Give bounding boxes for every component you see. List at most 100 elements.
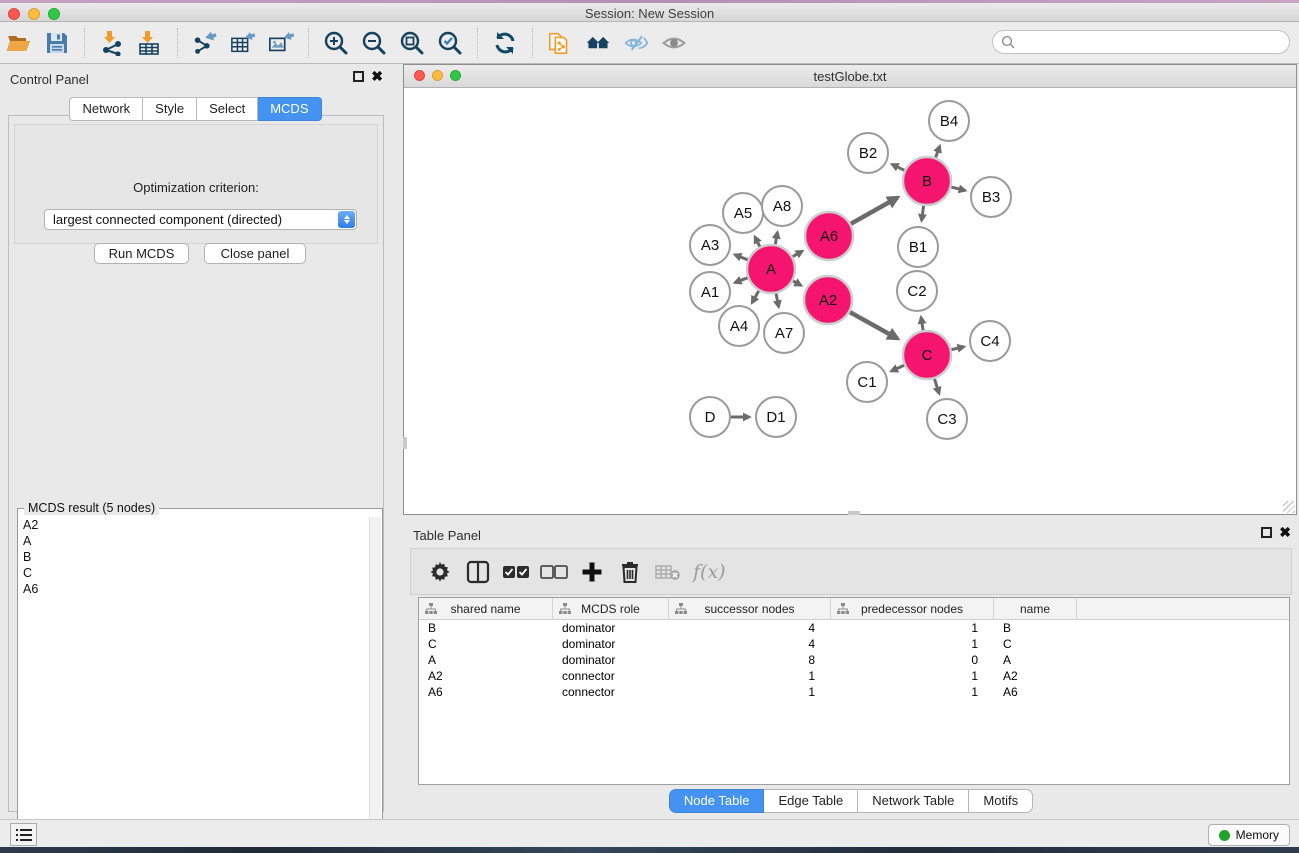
graph-node-A8[interactable]: A8 <box>762 186 802 226</box>
import-table-icon[interactable] <box>137 30 163 56</box>
graph-node-A1[interactable]: A1 <box>690 272 730 312</box>
memory-button[interactable]: Memory <box>1208 824 1290 846</box>
graph-edge-C-C4[interactable] <box>951 347 964 350</box>
graph-node-A4[interactable]: A4 <box>719 306 759 346</box>
save-session-icon[interactable] <box>44 30 70 56</box>
float-panel-icon[interactable] <box>1261 527 1272 538</box>
result-item[interactable]: A2 <box>19 517 369 533</box>
graph-edge-C-C3[interactable] <box>935 379 940 394</box>
graph-node-A7[interactable]: A7 <box>764 313 804 353</box>
run-mcds-button[interactable]: Run MCDS <box>94 243 189 264</box>
graph-node-B1[interactable]: B1 <box>898 227 938 267</box>
tab-node-table[interactable]: Node Table <box>669 789 765 813</box>
table-row[interactable]: Cdominator41C <box>419 636 1289 652</box>
graph-node-C4[interactable]: C4 <box>970 321 1010 361</box>
graph-edge-B-B1[interactable] <box>922 206 924 221</box>
graph-edge-B-B3[interactable] <box>951 187 965 190</box>
column-header-predecessor-nodes[interactable]: predecessor nodes <box>831 598 994 620</box>
canvas-scroll-nub[interactable] <box>403 437 407 449</box>
result-item[interactable]: A6 <box>19 581 369 597</box>
graph-node-B3[interactable]: B3 <box>971 177 1011 217</box>
graph-node-D[interactable]: D <box>690 397 730 437</box>
zoom-out-icon[interactable] <box>361 30 387 56</box>
graph-node-D1[interactable]: D1 <box>756 397 796 437</box>
deselect-all-checkboxes-icon[interactable] <box>539 557 569 587</box>
tab-network-table[interactable]: Network Table <box>858 789 969 813</box>
canvas-scroll-nub[interactable] <box>848 511 860 515</box>
network-canvas[interactable]: B4 B2 B B3 A5A8A6 B1 A3 A C2 A1 A2 A4A7 C4 C C1 C3 D D1 <box>404 88 1296 514</box>
table-row[interactable]: Adominator80A <box>419 652 1289 668</box>
open-network-file-icon[interactable] <box>547 30 573 56</box>
zoom-selected-icon[interactable] <box>437 30 463 56</box>
column-header-successor-nodes[interactable]: successor nodes <box>669 598 831 620</box>
show-all-icon[interactable] <box>661 30 687 56</box>
table-row[interactable]: A6connector11A6 <box>419 684 1289 700</box>
graph-edge-A2-C[interactable] <box>850 312 898 338</box>
tab-style[interactable]: Style <box>143 97 197 121</box>
column-header-shared-name[interactable]: shared name <box>419 598 553 620</box>
tab-motifs[interactable]: Motifs <box>969 789 1033 813</box>
open-session-icon[interactable] <box>6 30 32 56</box>
graph-node-C[interactable]: C <box>903 331 951 379</box>
export-network-icon[interactable] <box>192 30 218 56</box>
import-network-icon[interactable] <box>99 30 125 56</box>
hide-selected-icon[interactable] <box>623 30 649 56</box>
zoom-fit-icon[interactable] <box>399 30 425 56</box>
export-table-icon[interactable] <box>230 30 256 56</box>
search-field[interactable] <box>992 30 1290 54</box>
result-scrollbar[interactable] <box>369 517 381 846</box>
task-history-button[interactable] <box>10 823 37 846</box>
zoom-in-icon[interactable] <box>323 30 349 56</box>
tab-mcds[interactable]: MCDS <box>258 97 321 121</box>
graph-edge-A-A7[interactable] <box>776 294 779 307</box>
close-panel-icon[interactable]: ✖ <box>1279 527 1291 538</box>
close-panel-button[interactable]: Close panel <box>204 243 306 264</box>
graph-edge-A-A3[interactable] <box>735 255 748 260</box>
close-panel-icon[interactable]: ✖ <box>371 71 383 82</box>
table-row[interactable]: Bdominator41B <box>419 620 1289 636</box>
graph-edge-B-B2[interactable] <box>892 164 904 170</box>
export-image-icon[interactable] <box>268 30 294 56</box>
add-column-icon[interactable] <box>577 557 607 587</box>
graph-node-B4[interactable]: B4 <box>929 101 969 141</box>
graph-node-C3[interactable]: C3 <box>927 399 967 439</box>
graph-node-A5[interactable]: A5 <box>723 193 763 233</box>
graph-edge-C-C2[interactable] <box>921 317 923 330</box>
criterion-select[interactable]: largest connected component (directed) <box>44 209 357 230</box>
network-window-titlebar[interactable]: testGlobe.txt <box>404 65 1296 88</box>
graph-node-A[interactable]: A <box>747 245 795 293</box>
tab-select[interactable]: Select <box>197 97 258 121</box>
tab-network[interactable]: Network <box>69 97 143 121</box>
delete-table-icon[interactable] <box>653 557 683 587</box>
graph-node-C2[interactable]: C2 <box>897 271 937 311</box>
graph-node-A2[interactable]: A2 <box>804 276 852 324</box>
function-builder-icon[interactable]: f(x) <box>693 561 726 583</box>
home-icon[interactable] <box>585 30 611 56</box>
column-header-name[interactable]: name <box>994 598 1077 620</box>
select-all-checkboxes-icon[interactable] <box>501 557 531 587</box>
split-panel-icon[interactable] <box>463 557 493 587</box>
graph-node-A3[interactable]: A3 <box>690 225 730 265</box>
graph-edge-A6-B[interactable] <box>851 198 898 224</box>
table-row[interactable]: A2connector11A2 <box>419 668 1289 684</box>
graph-edge-A-A6[interactable] <box>793 251 803 257</box>
graph-node-C1[interactable]: C1 <box>847 362 887 402</box>
search-input[interactable] <box>1020 35 1289 50</box>
graph-node-B2[interactable]: B2 <box>848 133 888 173</box>
graph-node-A6[interactable]: A6 <box>805 212 853 260</box>
table-options-gear-icon[interactable] <box>425 557 455 587</box>
result-item[interactable]: C <box>19 565 369 581</box>
graph-edge-A-A2[interactable] <box>793 281 801 286</box>
graph-edge-B-B4[interactable] <box>936 146 940 158</box>
graph-edge-C-C1[interactable] <box>891 365 904 371</box>
graph-edge-A-A1[interactable] <box>735 278 748 283</box>
float-panel-icon[interactable] <box>353 71 364 82</box>
graph-node-B[interactable]: B <box>903 157 951 205</box>
result-item[interactable]: A <box>19 533 369 549</box>
graph-edge-A-A4[interactable] <box>752 291 759 303</box>
graph-edge-A-A5[interactable] <box>755 237 760 247</box>
window-resize-grip[interactable] <box>1283 501 1295 513</box>
tab-edge-table[interactable]: Edge Table <box>764 789 858 813</box>
result-item[interactable]: B <box>19 549 369 565</box>
graph-edge-A-A8[interactable] <box>775 232 777 244</box>
